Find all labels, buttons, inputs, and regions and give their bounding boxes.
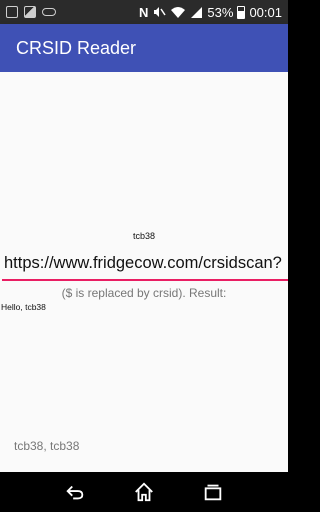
- crsid-label: tcb38: [132, 231, 156, 241]
- url-hint: ($ is replaced by crsid). Result:: [61, 286, 227, 300]
- sim-icon: [6, 6, 18, 18]
- back-icon: [66, 485, 83, 500]
- image-icon: [24, 6, 36, 18]
- home-icon: [135, 482, 153, 502]
- signal-icon: [191, 6, 203, 18]
- home-button[interactable]: [124, 472, 164, 512]
- wifi-icon: [171, 7, 186, 18]
- status-bar: N 53% 00:01: [0, 0, 288, 24]
- app-bar: CRSID Reader: [0, 24, 288, 72]
- app-title: CRSID Reader: [16, 37, 137, 58]
- mute-icon: [154, 7, 167, 17]
- battery-icon: [237, 5, 246, 19]
- clock: 00:01: [249, 4, 282, 20]
- main-content: tcb38 ($ is replaced by crsid). Result: …: [0, 72, 288, 472]
- nfc-icon: N: [139, 4, 149, 20]
- result-text: Hello, tcb38: [1, 302, 46, 312]
- voicemail-icon: [42, 8, 56, 16]
- nav-bar: [0, 472, 288, 512]
- recents-button[interactable]: [193, 472, 233, 512]
- recents-icon: [205, 484, 222, 501]
- crsid-history: tcb38, tcb38: [14, 439, 80, 453]
- url-input[interactable]: [2, 249, 288, 281]
- back-button[interactable]: [55, 472, 95, 512]
- battery-percent: 53%: [207, 4, 234, 20]
